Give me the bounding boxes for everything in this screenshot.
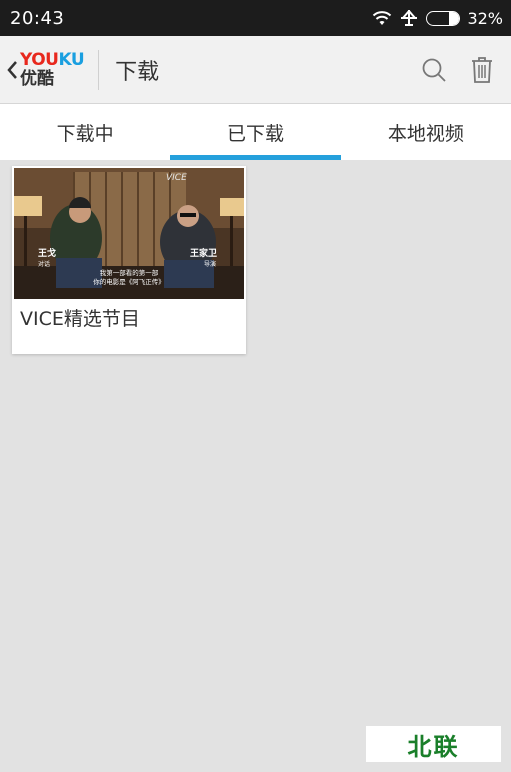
corner-logo: VICE — [166, 173, 187, 183]
wifi-icon — [373, 11, 392, 25]
battery-level — [449, 11, 460, 25]
battery-icon — [426, 10, 461, 26]
tab-local-videos[interactable]: 本地视频 — [341, 104, 511, 160]
logo-cn: 优酷 — [20, 68, 54, 89]
header-actions — [421, 56, 511, 83]
battery-percent: 32% — [467, 8, 503, 28]
trash-icon — [472, 56, 492, 83]
right-name-label: 王家卫 — [190, 247, 217, 259]
app-header: YOUKU 优酷 下载 — [0, 36, 511, 104]
left-name-label: 王戈 — [38, 247, 56, 259]
tab-downloading[interactable]: 下载中 — [0, 104, 170, 160]
subtitle-line-1: 我第一部看的第一部 — [100, 268, 159, 277]
thumbnail-image: VICE 王戈 对话 王家卫 导演 我第一部看的第一部 你的电影是《阿飞正传》 — [14, 168, 244, 299]
back-button[interactable]: YOUKU 优酷 — [0, 36, 85, 103]
status-icons: 32% — [372, 9, 503, 28]
header-divider — [98, 49, 100, 90]
chevron-left-icon — [7, 60, 17, 79]
download-item-card[interactable]: VICE 王戈 对话 王家卫 导演 我第一部看的第一部 你的电影是《阿飞正传》 … — [12, 166, 246, 354]
video-thumbnail[interactable]: VICE 王戈 对话 王家卫 导演 我第一部看的第一部 你的电影是《阿飞正传》 — [14, 168, 244, 299]
airplane-icon — [401, 10, 418, 26]
video-title: VICE精选节目 — [20, 308, 140, 330]
delete-button[interactable] — [469, 56, 495, 83]
tab-bar: 下载中 已下载 本地视频 — [0, 104, 511, 160]
status-time: 20:43 — [10, 7, 65, 29]
status-bar: 20:43 32% — [0, 0, 511, 36]
right-role-label: 导演 — [204, 260, 216, 268]
logo-en: YOUKU — [20, 49, 85, 70]
youku-logo: YOUKU 优酷 — [20, 49, 85, 89]
subtitle-line-2: 你的电影是《阿飞正传》 — [93, 277, 165, 286]
tab-downloaded[interactable]: 已下载 — [170, 104, 341, 160]
search-button[interactable] — [421, 57, 447, 83]
watermark-label: 北联 — [366, 726, 501, 762]
left-role-label: 对话 — [38, 260, 50, 268]
search-icon — [422, 58, 446, 82]
page-title: 下载 — [115, 59, 160, 85]
